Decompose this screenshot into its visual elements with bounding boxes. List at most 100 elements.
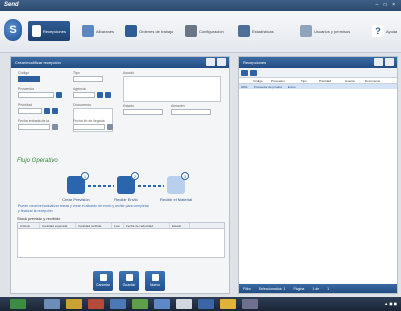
list-column[interactable]: Cuenta xyxy=(343,78,363,83)
fecha-llegada-field[interactable] xyxy=(73,124,105,130)
almacen-select[interactable] xyxy=(171,109,211,115)
toolbar-albaranes[interactable]: Albaranes xyxy=(82,21,114,41)
add-proveedor-button[interactable] xyxy=(56,92,62,98)
grid-title: Stock previsto y recibido xyxy=(17,216,61,221)
selected-count: Seleccionados: 1 xyxy=(258,286,286,291)
save-button[interactable]: Guardar xyxy=(119,271,139,291)
list-column[interactable]: Documento xyxy=(363,78,391,83)
chart-icon xyxy=(238,25,250,37)
filter-button[interactable]: Filtro xyxy=(243,287,251,291)
cancel-button[interactable]: Cancelar xyxy=(93,271,113,291)
almacen-label: Almacén xyxy=(171,104,185,108)
edit-agencia-button[interactable] xyxy=(105,92,111,98)
flow-label: Flujo Operativo xyxy=(17,158,58,164)
app-logo-icon: S xyxy=(4,19,22,41)
taskbar-app-icon[interactable] xyxy=(198,299,214,309)
add-prioridad-button[interactable] xyxy=(44,108,50,114)
grid-column[interactable]: Artículo xyxy=(18,223,40,228)
grid-column[interactable]: Lote xyxy=(112,223,124,228)
list-column[interactable]: Código xyxy=(239,78,263,83)
list-column[interactable]: Proveedor xyxy=(261,78,293,83)
step-recibir-material[interactable]: 3 xyxy=(167,172,189,194)
list-column[interactable]: Tipo xyxy=(293,78,317,83)
delete-icon[interactable] xyxy=(250,70,257,76)
toolbar-label: Estadísticas xyxy=(252,28,274,34)
new-button[interactable]: Nuevo xyxy=(145,271,165,291)
taskbar-app-icon[interactable] xyxy=(110,299,126,309)
taskbar-app-icon[interactable] xyxy=(220,299,236,309)
taskbar-app-icon[interactable] xyxy=(176,299,192,309)
stock-grid[interactable]: Artículo Cantidad esperada Cantidad reci… xyxy=(17,222,225,258)
estado-select[interactable] xyxy=(123,109,163,115)
app-window: Send – □ × S Recepciones Albaranes Orden… xyxy=(0,0,401,311)
taskbar-app-icon[interactable] xyxy=(66,299,82,309)
toolbar-estadisticas[interactable]: Estadísticas xyxy=(238,21,274,41)
agencia-select[interactable] xyxy=(73,92,95,98)
step-label: Recibir Envió xyxy=(114,197,138,202)
start-icon[interactable] xyxy=(10,299,26,309)
codigo-field[interactable] xyxy=(18,76,40,82)
calendar-icon[interactable] xyxy=(52,124,58,130)
toolbar-label: Ayuda xyxy=(386,28,398,34)
fecha-entrada-label: Fecha entrada de la xyxy=(18,119,50,123)
panel-title: Recepciones xyxy=(243,60,267,65)
agencia-label: Agencia xyxy=(73,87,86,91)
grid-column[interactable]: Cantidad recibida xyxy=(76,223,112,228)
estado-label: Estado xyxy=(123,104,134,108)
page-total: 1 xyxy=(327,286,330,291)
main-toolbar: S Recepciones Albaranes Ordenes de traba… xyxy=(0,11,401,53)
step-recibir-envio[interactable]: 2 xyxy=(117,172,139,194)
expand-icon[interactable] xyxy=(206,58,215,66)
list-footer: Filtro Seleccionados: 1 Página 1 de 1 xyxy=(239,284,397,293)
toolbar-label: Albaranes xyxy=(96,28,115,34)
pencil-icon xyxy=(99,274,107,281)
flow-info: y finalizar la recepción xyxy=(18,209,53,213)
toolbar-recepciones[interactable]: Recepciones xyxy=(28,21,70,41)
asunto-textarea[interactable] xyxy=(123,76,221,102)
fecha-entrada-field[interactable] xyxy=(18,124,50,130)
list-row[interactable]: 0001 Proveedor de prueba Envío xyxy=(239,84,397,89)
proveedor-select[interactable] xyxy=(18,92,54,98)
page-of: 1 de xyxy=(312,286,320,291)
panel-header: Crear/modificar recepción xyxy=(11,57,229,68)
row-proveedor: Proveedor de prueba xyxy=(253,85,282,89)
add-agencia-button[interactable] xyxy=(97,92,103,98)
documento-label: Documento xyxy=(73,103,91,107)
grid-column[interactable]: Fecha de caducidad xyxy=(124,223,170,228)
refresh-icon[interactable] xyxy=(385,58,394,66)
taskbar-app-icon[interactable] xyxy=(132,299,148,309)
flow-connector xyxy=(138,185,164,187)
grid-column[interactable]: Estado xyxy=(170,223,190,228)
button-label: Nuevo xyxy=(149,283,161,287)
toolbar-label: Recepciones xyxy=(42,28,66,34)
add-icon[interactable] xyxy=(241,70,248,76)
toolbar-label: Configuración xyxy=(199,28,224,34)
prioridad-label: Prioridad xyxy=(18,103,33,107)
prioridad-select[interactable] xyxy=(18,108,42,114)
title-bar: Send – □ × xyxy=(0,0,401,11)
step-number: 2 xyxy=(131,172,139,180)
list-column[interactable]: Prioridad xyxy=(317,78,343,83)
os-taskbar: ▲ ◼ ◼ xyxy=(0,297,401,311)
toolbar-ordenes[interactable]: Ordenes de trabajo xyxy=(125,21,173,41)
toolbar-ayuda[interactable]: ? Ayuda xyxy=(372,21,397,41)
taskbar-app-icon[interactable] xyxy=(154,299,170,309)
edit-prioridad-button[interactable] xyxy=(52,108,58,114)
taskbar-app-icon[interactable] xyxy=(88,299,104,309)
step-crear-prevision[interactable]: 1 xyxy=(67,172,89,194)
search-icon[interactable] xyxy=(374,58,383,66)
toolbar-usuarios[interactable]: Usuarios y permisos xyxy=(300,21,350,41)
wrench-icon xyxy=(185,25,197,37)
taskbar-app-icon[interactable] xyxy=(44,299,60,309)
receptions-list-panel: Recepciones Código Proveedor Tipo Priori… xyxy=(238,56,398,294)
step-number: 1 xyxy=(81,172,89,180)
grid-column[interactable]: Cantidad esperada xyxy=(40,223,76,228)
toolbar-configuracion[interactable]: Configuración xyxy=(185,21,224,41)
toolbar-label: Usuarios y permisos xyxy=(314,28,351,34)
tipo-select[interactable] xyxy=(73,76,103,82)
close-icon[interactable] xyxy=(217,58,226,66)
window-controls[interactable]: – □ × xyxy=(376,2,398,8)
taskbar-app-icon[interactable] xyxy=(242,299,258,309)
calendar-icon[interactable] xyxy=(107,124,113,130)
system-tray[interactable]: ▲ ◼ ◼ xyxy=(384,301,397,306)
